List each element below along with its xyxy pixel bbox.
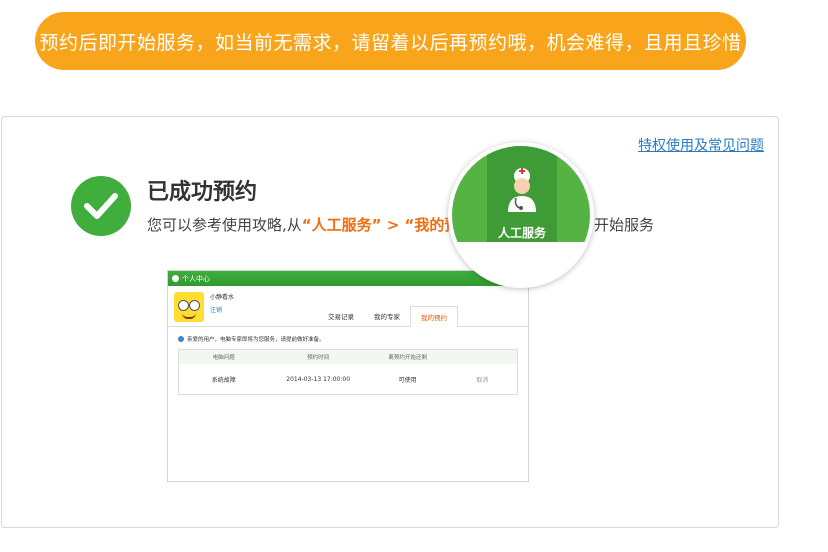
td-time: 2014-03-13 17:00:00 xyxy=(286,375,351,383)
banner-text: 预约后即开始服务，如当前无需求，请留着以后再预约哦，机会难得，且用且珍惜 xyxy=(39,31,742,54)
preview-tab-experts: 我的专家 xyxy=(374,313,400,321)
guide-arrow: > xyxy=(381,216,405,234)
preview-table: 电脑问题 预约时间 离预约开始还剩 系统故障 2014-03-13 17:00:… xyxy=(178,349,518,395)
td-remaining: 可使用 xyxy=(398,376,417,384)
preview-topbar: 个人中心 xyxy=(168,271,528,286)
success-card: 特权使用及常见问题 已成功预约 您可以参考使用攻略,从“人工服务” > “我的预… xyxy=(1,116,779,528)
table-header: 电脑问题 预约时间 离预约开始还剩 xyxy=(179,350,517,364)
td-problem: 系统故障 xyxy=(211,376,236,384)
th-problem: 电脑问题 xyxy=(212,355,235,361)
info-icon xyxy=(178,336,184,342)
doctor-icon xyxy=(508,168,536,212)
preview-notice: 亲爱的用户，电脑专家即将为您服务，请提前做好准备。 xyxy=(168,327,528,347)
preview-screenshot: 个人中心 小静看水 注销 交易记录 我的专家 我的预约 亲爱的用户，电脑专家即将… xyxy=(167,270,529,482)
preview-topbar-title: 个人中心 xyxy=(182,274,210,283)
help-link[interactable]: 特权使用及常见问题 xyxy=(638,135,764,155)
magnifier-callout: 人工服务 xyxy=(448,142,594,288)
preview-user-name: 小静看水 xyxy=(210,294,235,301)
preview-tab-appointments: 我的预约 xyxy=(410,306,458,327)
guide-prefix: 您可以参考使用攻略,从 xyxy=(147,216,302,234)
td-cancel: 取消 xyxy=(476,376,489,384)
preview-tab-transactions: 交易记录 xyxy=(328,313,354,321)
th-remaining: 离预约开始还剩 xyxy=(388,355,427,361)
preview-notice-text: 亲爱的用户，电脑专家即将为您服务，请提前做好准备。 xyxy=(187,337,325,343)
preview-tabs: 交易记录 我的专家 我的预约 xyxy=(318,306,458,327)
check-icon xyxy=(71,176,131,236)
notice-banner: 预约后即开始服务，如当前无需求，请留着以后再预约哦，机会难得，且用且珍惜 xyxy=(35,12,746,70)
avatar xyxy=(174,292,204,322)
magnifier-label: 人工服务 xyxy=(497,226,546,240)
success-title: 已成功预约 xyxy=(147,180,258,205)
table-row: 系统故障 2014-03-13 17:00:00 可使用 取消 xyxy=(179,364,517,394)
preview-logout-link: 注销 xyxy=(210,307,223,314)
th-time: 预约时间 xyxy=(307,355,330,361)
plus-icon xyxy=(172,275,179,282)
preview-header: 小静看水 注销 交易记录 我的专家 我的预约 xyxy=(168,286,528,327)
guide-step1: “人工服务” xyxy=(301,216,382,234)
